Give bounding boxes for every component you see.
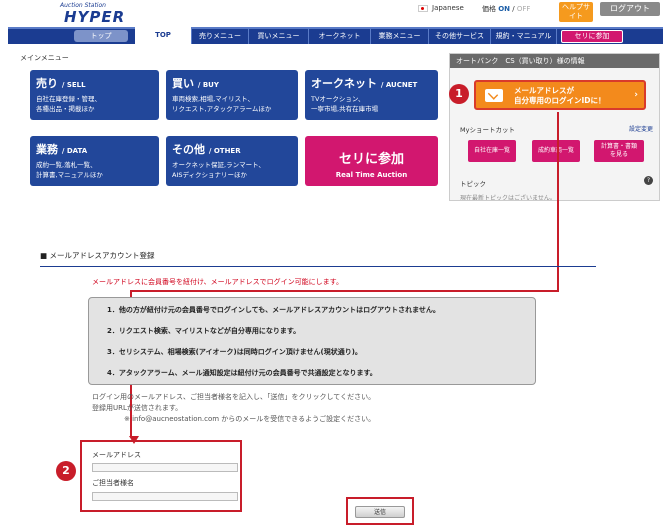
registration-form: メールアドレス ご担当者様名 [80,440,242,512]
tile-title: 買い [172,77,194,90]
section-title: ■ メールアドレスアカウント登録 [40,251,155,260]
japan-flag-icon [418,4,428,12]
tile-desc-line: 自社在庫登録・管理、 [36,95,101,103]
tile-title: オークネット [311,77,377,90]
nav-tab-terms-manual[interactable]: 規約・マニュアル [491,29,557,44]
join-auction-tile[interactable]: セリに参加 Real Time Auction [305,136,438,186]
shortcut-setting-link[interactable]: 設定変更 [629,124,653,133]
nav-tab-other-services[interactable]: その他サービス [429,29,491,44]
menu-tile-data[interactable]: 業務 / DATA 成約一覧,落札一覧、 計算書,マニュアルほか [30,136,159,186]
info-line: 2．リクエスト検索、マイリストなどが自分専用になります。 [107,327,301,335]
tile-subtitle: / AUCNET [380,81,418,89]
shortcut-label-line: を見る [609,151,628,158]
tile-subtitle: / OTHER [208,147,241,155]
nav-tab-join-auction[interactable]: セリに参加 [561,30,623,43]
tile-desc-line: TVオークション、 [311,95,365,103]
account-info-panel: オートバンク CS（買い取り）様の情報 メールアドレスが 自分専用のログインID… [449,53,660,201]
info-box: 1．他の方が紐付け元の会員番号でログインしても、メールアドレスアカウントはログア… [88,297,536,385]
contact-name-field[interactable] [92,492,238,501]
tile-subtitle: / DATA [61,147,88,155]
nav-tab-top[interactable]: TOP [135,27,191,44]
tile-desc-line: 一寧市場,共有在庫市場 [311,105,379,113]
banner-line: メールアドレスが [514,86,574,95]
contact-name-label: ご担当者様名 [92,479,134,487]
shortcut-label-line: 成約車両一覧 [537,147,574,154]
menu-tile-aucnet[interactable]: オークネット / AUCNET TVオークション、一寧市場,共有在庫市場 [305,70,438,120]
tile-title: 売り [36,77,58,90]
chevron-right-icon: › [634,90,638,100]
nav-tab-aucnet[interactable]: オークネット [309,29,371,44]
info-line: 4．アタックアラーム、メール通知設定は紐付け元の会員番号で共通設定となります。 [107,369,377,377]
site-logo[interactable]: Auction Station HYPER [46,2,126,26]
nav-tab-sell[interactable]: 売りメニュー [191,29,249,44]
shortcut-contract-list[interactable]: 成約車両一覧 [532,140,580,162]
nav-back-tab[interactable]: トップ [74,30,128,42]
tile-desc-line: リクエスト,アタックアラームほか [172,105,272,113]
help-icon[interactable]: ? [644,176,653,185]
main-menu-title: メインメニュー [20,54,69,62]
menu-tile-other[interactable]: その他 / OTHER オークネット保証,ランマート、 AISディクショナリーほか [166,136,298,186]
info-line: 3．セリシステム、相場検索(アイオーク)は同時ログイン頂けません(現状通り)。 [107,348,362,356]
tile-title: セリに参加 [338,152,404,167]
email-field[interactable] [92,463,238,472]
language-selector[interactable]: Japanese [418,4,464,12]
shortcut-label-line: 計算書・書類 [600,143,637,150]
guide-line: ログイン用のメールアドレス、ご担当者様名を記入し、「送信」をクリックしてください… [92,393,376,401]
menu-tile-sell[interactable]: 売り / SELL 自社在庫登録・管理、 各種出品・掲載ほか [30,70,159,120]
tile-desc-line: 車両検索,相場,マイリスト、 [172,95,255,103]
shortcut-label-line: 自社在庫一覧 [473,147,510,154]
shortcut-statements[interactable]: 計算書・書類 を見る [594,140,644,162]
language-label: Japanese [432,4,464,12]
price-toggle[interactable]: 価格 ON / OFF [482,4,530,14]
tile-desc-line: オークネット保証,ランマート、 [172,161,265,169]
guide-line: ※ info@aucneostation.com からのメールを受信できるようご… [124,415,376,423]
logout-button[interactable]: ログアウト [600,2,660,16]
section-divider [40,266,596,267]
envelope-icon [485,89,503,102]
tile-title: その他 [172,143,205,156]
tile-desc-line: AISディクショナリーほか [172,171,248,179]
logo-title: HYPER [64,8,126,26]
red-notice: メールアドレスに会員番号を紐付け、メールアドレスでログイン可能にします。 [92,278,343,286]
tile-subtitle: / BUY [197,81,219,89]
topic-text: 現在最新トピックはございません。 [460,195,556,201]
tile-title: 業務 [36,143,58,156]
main-nav: トップ TOP 売りメニュー 買いメニュー オークネット 業務メニュー その他サ… [8,27,663,44]
price-on[interactable]: ON [498,5,510,13]
step-one-badge: 1 [449,84,469,104]
nav-tab-business[interactable]: 業務メニュー [371,29,429,44]
price-off[interactable]: OFF [517,5,531,13]
mail-login-banner[interactable]: メールアドレスが 自分専用のログインIDに！ › [474,80,646,110]
tile-subtitle: / SELL [61,81,86,89]
step-two-badge: 2 [56,461,76,481]
tile-desc-line: 各種出品・掲載ほか [36,105,95,113]
info-line: 1．他の方が紐付け元の会員番号でログインしても、メールアドレスアカウントはログア… [107,306,440,314]
guide-text: ログイン用のメールアドレス、ご担当者様名を記入し、「送信」をクリックしてください… [92,392,375,425]
tile-subtitle: Real Time Auction [335,171,408,179]
tile-desc-line: 成約一覧,落札一覧、 [36,161,97,169]
help-site-button[interactable]: ヘルプサイト [559,2,593,22]
submit-highlight: 送信 [346,497,414,525]
nav-tab-buy[interactable]: 買いメニュー [249,29,309,44]
topic-label: トピック [460,180,486,188]
price-separator: / [512,5,515,13]
annotation-line [130,290,559,292]
shortcut-stock-list[interactable]: 自社在庫一覧 [468,140,516,162]
annotation-line [557,112,559,292]
guide-line: 登録用URLが送信されます。 [92,404,183,412]
banner-line: 自分専用のログインIDに！ [514,96,606,105]
price-label: 価格 [482,5,496,13]
submit-button[interactable]: 送信 [355,506,405,518]
email-label: メールアドレス [92,451,141,459]
tile-desc-line: 計算書,マニュアルほか [36,171,103,179]
panel-header: オートバンク CS（買い取り）様の情報 [450,54,659,68]
menu-tile-buy[interactable]: 買い / BUY 車両検索,相場,マイリスト、リクエスト,アタックアラームほか [166,70,298,120]
shortcut-label: Myショートカット [460,126,515,134]
